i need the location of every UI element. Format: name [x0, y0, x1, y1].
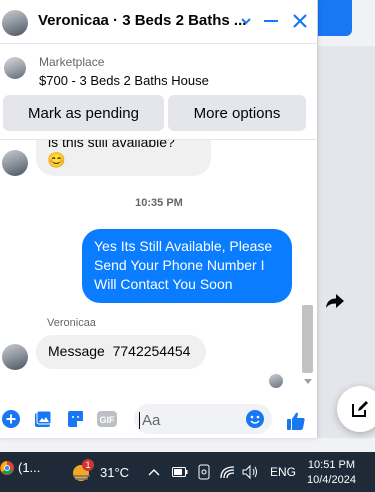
scrollbar-thumb[interactable]	[302, 305, 313, 373]
message-text: is this still available?	[48, 140, 175, 150]
sender-name: Veronicaa	[47, 317, 96, 329]
mark-as-pending-button[interactable]: Mark as pending	[3, 95, 164, 131]
background-button[interactable]	[318, 0, 352, 36]
chrome-icon	[0, 460, 14, 475]
message-list: is this still available? 😊 10:35 PM Yes …	[0, 140, 318, 398]
seen-indicator-avatar	[269, 374, 283, 388]
emoji-icon[interactable]	[246, 410, 264, 428]
temperature[interactable]: 31°C	[100, 465, 129, 480]
chat-header: Veronicaa · 3 Beds 2 Baths ...	[0, 0, 318, 44]
wifi-icon[interactable]	[220, 464, 236, 480]
photo-icon[interactable]	[34, 410, 52, 428]
scroll-down-arrow[interactable]	[304, 379, 312, 384]
sticker-icon[interactable]	[66, 410, 84, 428]
message-timestamp: 10:35 PM	[135, 197, 183, 209]
message-composer: GIF Aa	[0, 398, 318, 438]
volume-icon[interactable]	[242, 464, 260, 480]
contact-avatar	[2, 344, 28, 370]
battery-icon[interactable]	[172, 466, 188, 478]
clock[interactable]: 10:51 PM 10/4/2024	[307, 458, 356, 488]
background-panel	[318, 46, 375, 438]
weather-badge: 1	[82, 459, 94, 471]
listing-category: Marketplace	[39, 55, 105, 69]
chevron-up-icon[interactable]	[148, 467, 160, 477]
like-icon[interactable]	[286, 411, 306, 431]
new-message-button[interactable]	[337, 386, 375, 432]
windows-taskbar: (1... 1 31°C ENG 10:51 PM 10/4/2024	[0, 452, 375, 492]
screen: Veronicaa · 3 Beds 2 Baths ... Marketpla…	[0, 0, 375, 492]
message-input-placeholder[interactable]: Aa	[139, 412, 160, 429]
svg-text:GIF: GIF	[100, 415, 116, 425]
close-icon[interactable]	[291, 12, 309, 30]
language-indicator[interactable]: ENG	[270, 465, 296, 479]
message-bubble-outgoing: Yes Its Still Available, Please Send You…	[82, 229, 292, 303]
listing-thumbnail	[4, 57, 26, 79]
message-bubble-incoming: Message 7742254454	[36, 335, 206, 369]
clock-time: 10:51 PM	[307, 459, 356, 471]
meet-now-icon[interactable]	[198, 464, 210, 480]
share-icon[interactable]	[318, 286, 352, 316]
chat-title[interactable]: Veronicaa · 3 Beds 2 Baths ...	[38, 12, 246, 29]
chevron-down-icon[interactable]	[240, 13, 252, 29]
smile-emoji: 😊	[47, 152, 66, 169]
taskbar-app-chrome[interactable]: (1...	[0, 460, 40, 475]
contact-avatar	[2, 150, 28, 176]
marketplace-listing[interactable]: Marketplace $700 - 3 Beds 2 Baths House	[0, 44, 318, 94]
gif-icon[interactable]: GIF	[97, 410, 117, 428]
chat-window: Veronicaa · 3 Beds 2 Baths ... Marketpla…	[0, 0, 318, 438]
listing-title: $700 - 3 Beds 2 Baths House	[39, 73, 209, 88]
clock-date: 10/4/2024	[307, 474, 356, 486]
minimize-icon[interactable]	[264, 20, 278, 22]
compose-icon	[352, 401, 368, 417]
more-options-button[interactable]: More options	[168, 95, 306, 131]
contact-avatar[interactable]	[2, 10, 28, 36]
plus-icon[interactable]	[2, 410, 20, 428]
taskbar-app-label: (1...	[18, 460, 41, 475]
